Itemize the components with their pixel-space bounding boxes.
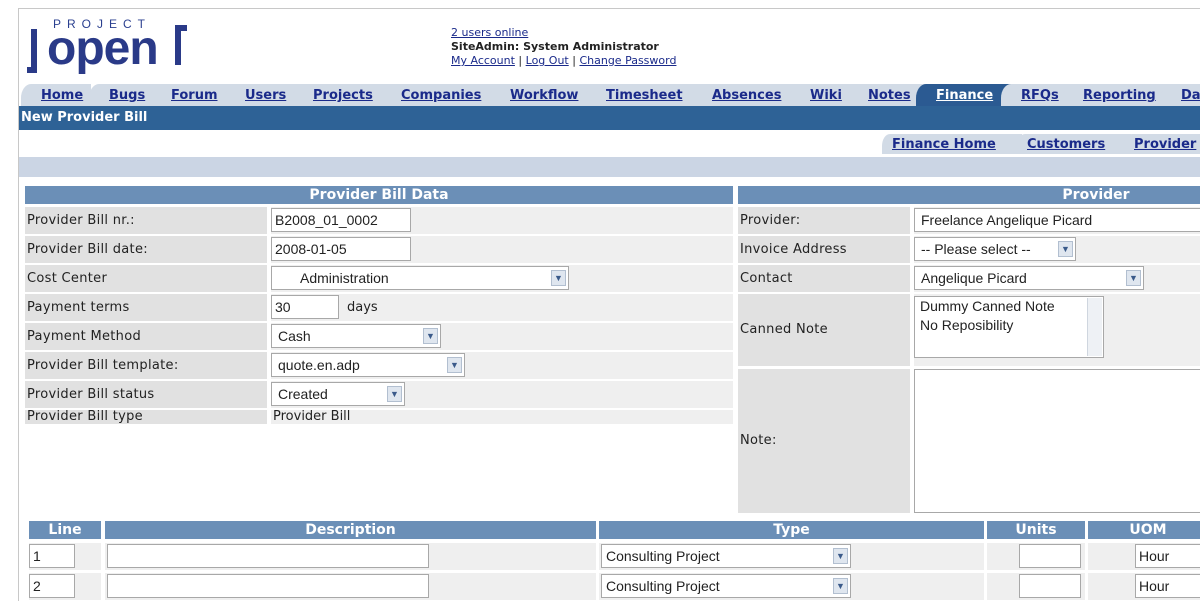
canned-note-option[interactable]: Dummy Canned Note xyxy=(920,297,1103,316)
user-info: 2 users online SiteAdmin: System Adminis… xyxy=(451,26,676,68)
provider-panel: Provider Provider: Freelance Angelique P… xyxy=(738,186,1200,513)
link-separator: | xyxy=(572,54,576,67)
chevron-down-icon[interactable]: ▼ xyxy=(1126,270,1141,286)
line-number-input[interactable]: 2 xyxy=(29,574,75,598)
line-number-input[interactable]: 1 xyxy=(29,544,75,568)
canned-note-label: Canned Note xyxy=(738,294,910,366)
invoice-address-label: Invoice Address xyxy=(738,236,910,263)
cost-center-select[interactable]: Administration ▼ xyxy=(271,266,569,290)
page-title: New Provider Bill xyxy=(19,106,1200,130)
subtab-provider[interactable]: Provider xyxy=(1124,134,1200,154)
logo-left-bracket xyxy=(27,29,37,73)
chevron-down-icon[interactable]: ▼ xyxy=(833,548,848,564)
link-separator: | xyxy=(518,54,523,67)
payment-terms-unit: days xyxy=(347,300,378,315)
row-cost-center: Cost Center Administration ▼ xyxy=(25,265,733,294)
row-payment-terms: Payment terms 30 days xyxy=(25,294,733,323)
subtab-finance-home[interactable]: Finance Home xyxy=(882,134,1022,154)
line-type-select[interactable]: Consulting Project ▼ xyxy=(601,544,851,568)
payment-terms-label: Payment terms xyxy=(25,294,267,321)
bill-template-label: Provider Bill template: xyxy=(25,352,267,379)
canned-note-option[interactable]: No Reposibility xyxy=(920,316,1103,335)
tab-home[interactable]: Home xyxy=(21,84,91,106)
scrollbar[interactable] xyxy=(1087,298,1102,356)
subtab-customers[interactable]: Customers xyxy=(1017,134,1131,154)
invoice-address-select[interactable]: -- Please select -- ▼ xyxy=(914,237,1076,261)
bill-template-select[interactable]: quote.en.adp ▼ xyxy=(271,353,465,377)
bill-type-value: Provider Bill xyxy=(271,410,733,424)
row-payment-method: Payment Method Cash ▼ xyxy=(25,323,733,352)
chevron-down-icon[interactable]: ▼ xyxy=(447,357,462,373)
col-header-type: Type xyxy=(599,521,984,539)
logo-right-bracket xyxy=(175,25,187,65)
col-header-description: Description xyxy=(105,521,596,539)
finance-subnav: Finance Home Customers Provider xyxy=(19,133,1200,155)
units-input[interactable] xyxy=(1019,544,1081,568)
uom-select[interactable]: Hour xyxy=(1135,574,1200,598)
provider-label: Provider: xyxy=(738,207,910,234)
bill-date-input[interactable]: 2008-01-05 xyxy=(271,237,411,261)
bill-date-label: Provider Bill date: xyxy=(25,236,267,263)
chevron-down-icon[interactable]: ▼ xyxy=(833,578,848,594)
logout-link[interactable]: Log Out xyxy=(526,54,569,67)
bill-type-label: Provider Bill type xyxy=(25,410,267,424)
units-input[interactable] xyxy=(1019,574,1081,598)
panel-header: Provider Bill Data xyxy=(25,186,733,204)
contact-label: Contact xyxy=(738,265,910,292)
contact-select[interactable]: Angelique Picard ▼ xyxy=(914,266,1144,290)
uom-select[interactable]: Hour xyxy=(1135,544,1200,568)
current-user: SiteAdmin: System Administrator xyxy=(451,40,659,53)
col-header-line: Line xyxy=(29,521,101,539)
chevron-down-icon[interactable]: ▼ xyxy=(387,386,402,402)
row-bill-type: Provider Bill type Provider Bill xyxy=(25,410,733,426)
description-input[interactable] xyxy=(107,574,429,598)
description-input[interactable] xyxy=(107,544,429,568)
project-open-logo[interactable]: PROJECT open xyxy=(23,15,193,81)
chevron-down-icon[interactable]: ▼ xyxy=(423,328,438,344)
bill-nr-input[interactable]: B2008_01_0002 xyxy=(271,208,411,232)
change-password-link[interactable]: Change Password xyxy=(579,54,676,67)
provider-bill-data-panel: Provider Bill Data Provider Bill nr.: B2… xyxy=(25,186,733,426)
provider-panel-header: Provider xyxy=(738,186,1200,204)
row-bill-date: Provider Bill date: 2008-01-05 xyxy=(25,236,733,265)
payment-method-select[interactable]: Cash ▼ xyxy=(271,324,441,348)
line-type-select[interactable]: Consulting Project ▼ xyxy=(601,574,851,598)
tab-reporting[interactable]: Reporting xyxy=(1063,84,1175,106)
my-account-link[interactable]: My Account xyxy=(451,54,515,67)
chevron-down-icon[interactable]: ▼ xyxy=(551,270,566,286)
row-bill-status: Provider Bill status Created ▼ xyxy=(25,381,733,410)
payment-method-label: Payment Method xyxy=(25,323,267,350)
cost-center-label: Cost Center xyxy=(25,265,267,292)
canned-note-select[interactable]: Dummy Canned Note No Reposibility xyxy=(914,296,1104,358)
app-window: PROJECT open 2 users online SiteAdmin: S… xyxy=(18,8,1200,601)
col-header-uom: UOM xyxy=(1088,521,1200,539)
chevron-down-icon[interactable]: ▼ xyxy=(1058,241,1073,257)
main-tabs: Home Bugs Forum Users Projects Companies… xyxy=(19,84,1200,106)
col-header-units: Units xyxy=(987,521,1085,539)
logo-open-text: open xyxy=(47,22,159,75)
note-textarea[interactable] xyxy=(914,369,1200,513)
bill-status-select[interactable]: Created ▼ xyxy=(271,382,405,406)
row-bill-nr: Provider Bill nr.: B2008_01_0002 xyxy=(25,207,733,236)
subnav-band xyxy=(19,157,1200,177)
row-bill-template: Provider Bill template: quote.en.adp ▼ xyxy=(25,352,733,381)
users-online-link[interactable]: 2 users online xyxy=(451,26,528,39)
bill-nr-label: Provider Bill nr.: xyxy=(25,207,267,234)
provider-input[interactable]: Freelance Angelique Picard xyxy=(914,208,1200,232)
note-label: Note: xyxy=(738,369,910,513)
payment-terms-input[interactable]: 30 xyxy=(271,295,339,319)
tab-da[interactable]: Da xyxy=(1161,84,1200,106)
bill-status-label: Provider Bill status xyxy=(25,381,267,408)
